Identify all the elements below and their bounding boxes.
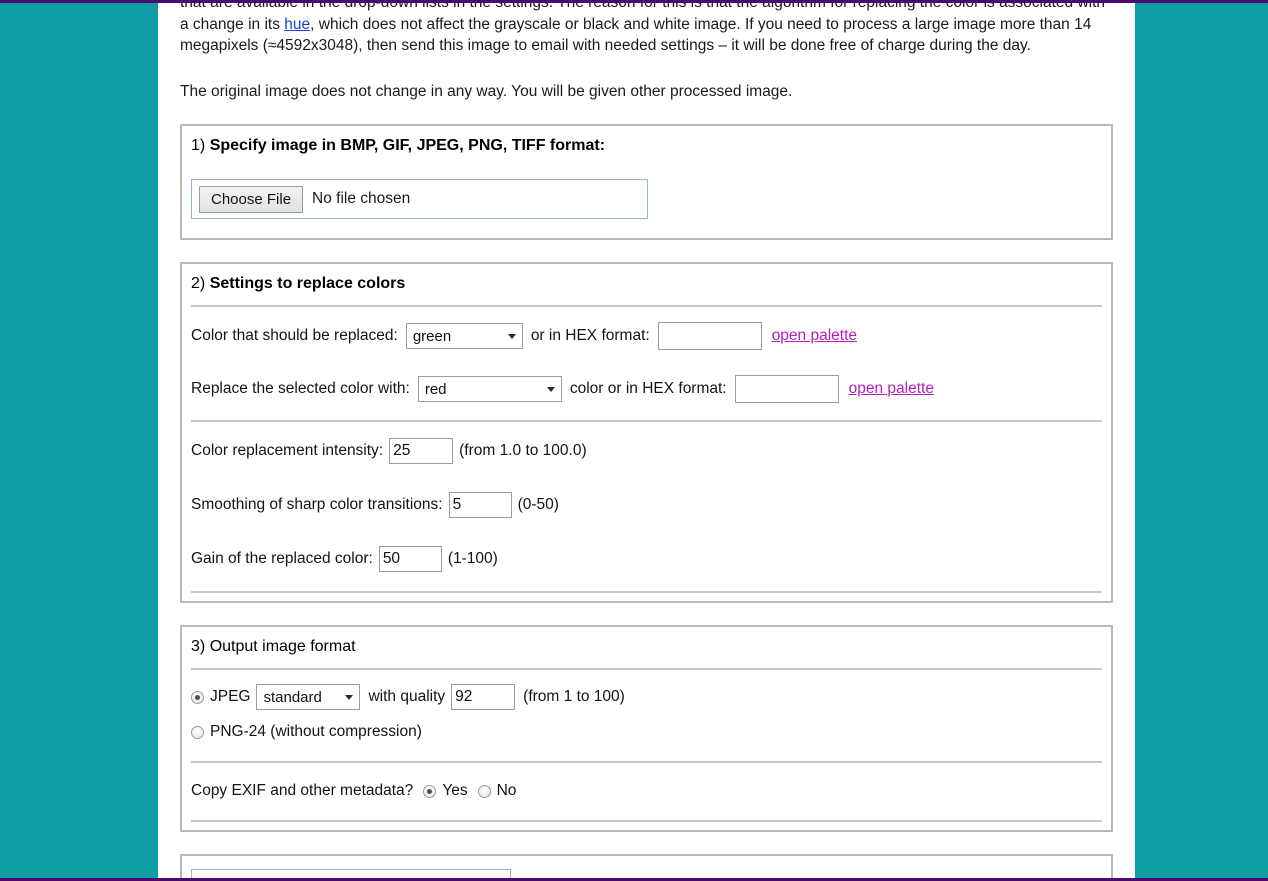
exif-no-radio[interactable] [477,784,491,798]
smoothing-hint: (0-50) [517,496,559,513]
right-background-band [1135,3,1268,878]
source-hex-input[interactable] [657,322,762,350]
gain-label: Gain of the replaced color: [191,550,373,567]
jpeg-label: JPEG [210,688,251,705]
chevron-down-icon [507,334,516,339]
intro-paragraph-1: that are available in the drop-down list… [180,3,1113,57]
jpeg-variant-value: standard [263,688,322,706]
submit-section: OK Processing usually lasts for 5-30 sec… [180,854,1113,878]
jpeg-radio[interactable] [191,690,204,704]
file-status-label: No file chosen [312,190,411,207]
exif-yes-radio[interactable] [423,784,437,798]
target-color-select[interactable]: red [417,376,562,402]
gain-input[interactable] [378,546,442,572]
row-target-color: Replace the selected color with: red col… [191,374,1102,404]
section-1-title: 1) Specify image in BMP, GIF, JPEG, PNG,… [182,126,1111,167]
section-3-number: 3) [191,638,206,655]
page-content: that are available in the drop-down list… [158,3,1135,878]
jpeg-quality-label: with quality [368,688,446,705]
jpeg-quality-hint: (from 1 to 100) [523,688,625,705]
source-color-label: Color that should be replaced: [191,327,398,344]
ok-button[interactable]: OK [191,869,511,878]
exif-yes-label: Yes [442,782,468,799]
hue-link[interactable]: hue [284,16,310,33]
row-smoothing: Smoothing of sharp color transitions: (0… [191,490,1102,520]
exif-no-label: No [496,782,517,799]
section-2-number: 2) [191,275,206,292]
intensity-label: Color replacement intensity: [191,442,384,459]
section-3-title: 3) Output image format [182,627,1111,668]
row-source-color: Color that should be replaced: green or … [191,321,1102,351]
source-open-palette-link[interactable]: open palette [772,327,857,345]
png-label: PNG-24 (without compression) [210,723,422,740]
row-replacement-intensity: Color replacement intensity: (from 1.0 t… [191,436,1102,466]
left-background-band [0,3,158,878]
target-color-select-value: red [424,380,447,398]
target-hex-input[interactable] [734,375,839,403]
choose-file-button[interactable]: Choose File [199,185,304,213]
chevron-down-icon [345,695,354,700]
smoothing-label: Smoothing of sharp color transitions: [191,496,443,513]
target-hex-label: color or in HEX format: [569,380,727,397]
intro-text-part-2: , which does not affect the grayscale or… [180,15,1092,55]
smoothing-input[interactable] [448,492,512,518]
section-2-divider-1 [191,305,1102,307]
intensity-input[interactable] [389,438,454,464]
section-3-output-format: 3) Output image format JPEG standard wit… [180,625,1113,832]
target-color-label: Replace the selected color with: [191,380,410,397]
exif-label: Copy EXIF and other metadata? [191,782,414,799]
target-open-palette-link[interactable]: open palette [849,380,934,398]
row-png-option: PNG-24 (without compression) [191,717,1102,747]
page-frame: that are available in the drop-down list… [0,0,1268,881]
section-3-divider-2 [191,761,1102,763]
section-2-heading: Settings to replace colors [209,275,406,292]
intro-paragraph-2: The original image does not change in an… [180,82,793,100]
row-jpeg-option: JPEG standard with quality (from 1 to 10… [191,682,1102,712]
section-3-heading: Output image format [209,638,356,655]
section-1-heading: Specify image in BMP, GIF, JPEG, PNG, TI… [209,137,606,154]
source-color-select-value: green [412,327,452,345]
intensity-hint: (from 1.0 to 100.0) [459,442,587,459]
gain-hint: (1-100) [447,550,498,567]
section-2-color-settings: 2) Settings to replace colors Color that… [180,262,1113,603]
row-exif: Copy EXIF and other metadata? Yes No [191,776,1102,806]
jpeg-quality-input[interactable] [451,684,516,710]
section-3-divider-1 [191,668,1102,670]
section-1-number: 1) [191,137,206,154]
source-hex-label: or in HEX format: [530,327,650,344]
source-color-select[interactable]: green [405,323,523,349]
chevron-down-icon [546,387,555,392]
section-1-specify-image: 1) Specify image in BMP, GIF, JPEG, PNG,… [180,124,1113,240]
file-input[interactable]: Choose File No file chosen [191,179,648,219]
jpeg-variant-select[interactable]: standard [256,684,361,710]
section-2-divider-2 [191,420,1102,422]
row-gain: Gain of the replaced color: (1-100) [191,544,1102,574]
section-2-title: 2) Settings to replace colors [182,264,1111,305]
png-radio[interactable] [191,725,204,739]
